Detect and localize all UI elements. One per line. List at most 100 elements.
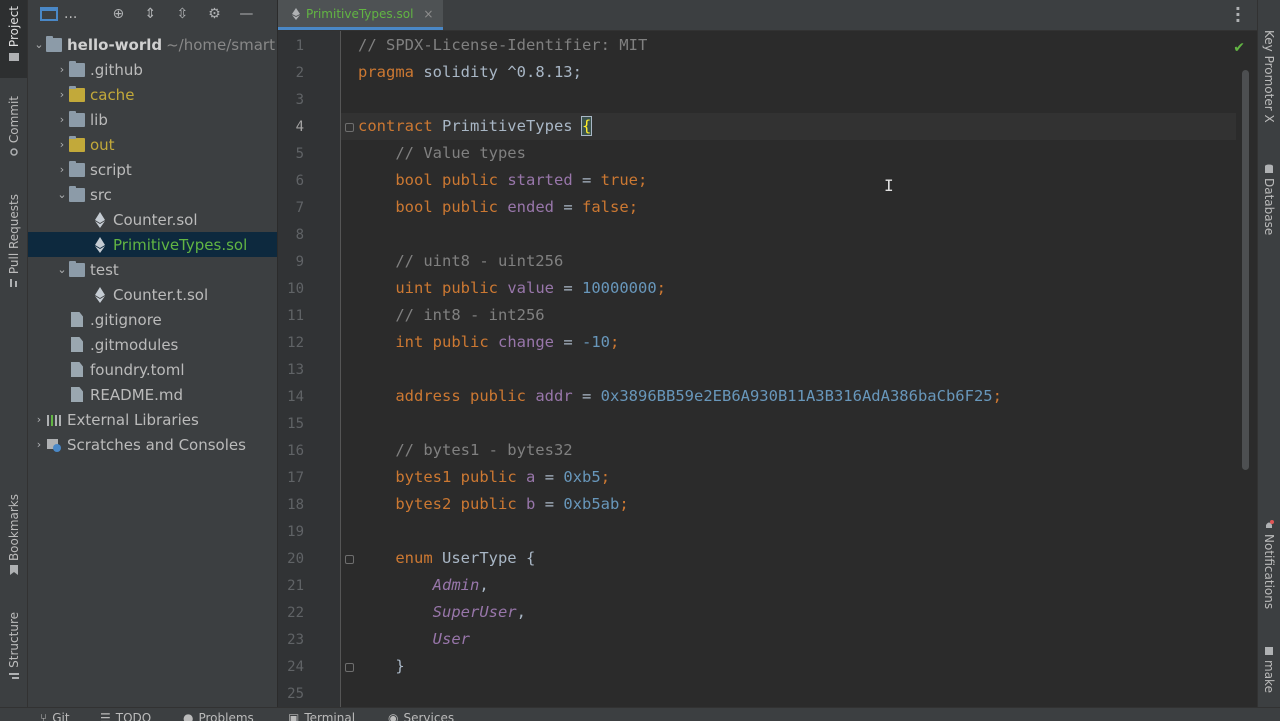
code-token: = <box>554 333 583 351</box>
project-toolbar: ... ⊕ ⇕ ⇳ ⚙ — <box>28 0 277 28</box>
code-token: a <box>526 468 536 486</box>
hide-panel-icon[interactable]: — <box>237 5 255 23</box>
code-line[interactable]: // uint8 - uint256 <box>358 248 563 275</box>
code-token: = <box>535 495 564 513</box>
tool-tab-structure-label: Structure <box>6 612 21 668</box>
editor-tab-primitivetypes[interactable]: PrimitiveTypes.sol × <box>278 0 444 30</box>
tool-tab-bookmarks[interactable]: Bookmarks <box>0 494 27 590</box>
line-number: 11 <box>287 308 304 324</box>
code-line[interactable]: bool public started = true; <box>358 167 647 194</box>
chevron-right-icon[interactable]: › <box>55 113 69 126</box>
tree-item[interactable]: › lib <box>28 107 277 132</box>
code-line[interactable]: } <box>358 653 404 680</box>
folder-icon <box>69 60 85 77</box>
tree-item[interactable]: › script <box>28 157 277 182</box>
tool-tab-project[interactable]: Project <box>0 0 27 78</box>
code-token: addr <box>535 387 573 405</box>
code-line[interactable]: User <box>358 626 470 653</box>
tool-tab-make[interactable]: make <box>1258 642 1280 702</box>
tree-item-label: out <box>90 135 115 154</box>
tree-item[interactable]: › out <box>28 132 277 157</box>
gear-icon[interactable]: ⚙ <box>205 5 223 23</box>
line-number: 16 <box>287 443 304 459</box>
tree-item[interactable]: Counter.sol <box>28 207 277 232</box>
tree-item[interactable]: ⌄ hello-world ~/home/smart <box>28 32 277 57</box>
chevron-right-icon[interactable]: › <box>55 88 69 101</box>
code-line[interactable]: // int8 - int256 <box>358 302 545 329</box>
code-line[interactable]: bytes1 public a = 0xb5; <box>358 464 610 491</box>
code-token: change <box>498 333 555 351</box>
code-token: // int8 - int256 <box>395 306 545 324</box>
fold-marker-contract[interactable] <box>345 123 354 132</box>
code-line[interactable]: // bytes1 - bytes32 <box>358 437 572 464</box>
make-icon <box>1265 647 1273 655</box>
editor-scrollbar[interactable] <box>1242 70 1249 470</box>
code-line[interactable]: int public change = -10; <box>358 329 619 356</box>
code-line[interactable]: pragma solidity ^0.8.13; <box>358 59 582 86</box>
tool-tab-database[interactable]: Database <box>1258 160 1280 244</box>
more-options-icon[interactable]: · · · <box>1235 1 1241 29</box>
folder-icon <box>69 85 85 102</box>
chevron-down-icon[interactable]: ⌄ <box>32 38 46 51</box>
tool-tab-commit[interactable]: Commit <box>0 96 27 172</box>
tool-tab-pull-requests[interactable]: Pull Requests <box>0 194 27 304</box>
code-token: 0x3896BB59e2EB6A930B11A3B316AdA386baCb6F… <box>600 387 993 405</box>
code-line[interactable]: bool public ended = false; <box>358 194 638 221</box>
code-line[interactable]: enum UserType { <box>358 545 535 572</box>
code-line[interactable]: contract PrimitiveTypes { <box>358 113 593 140</box>
close-icon[interactable]: × <box>423 7 433 21</box>
tree-item[interactable]: .gitignore <box>28 307 277 332</box>
tool-tab-key-promoter-x[interactable]: Key Promoter X <box>1258 30 1280 134</box>
inspection-ok-icon[interactable]: ✔ <box>1233 40 1245 56</box>
ethereum-file-icon <box>95 286 105 303</box>
fold-marker-enum-start[interactable] <box>345 555 354 564</box>
locate-icon[interactable]: ⊕ <box>109 5 127 23</box>
tree-item[interactable]: README.md <box>28 382 277 407</box>
tree-item[interactable]: foundry.toml <box>28 357 277 382</box>
tree-item[interactable]: Counter.t.sol <box>28 282 277 307</box>
chevron-down-icon[interactable]: ⌄ <box>55 263 69 276</box>
code-line[interactable]: uint public value = 10000000; <box>358 275 666 302</box>
expand-all-icon[interactable]: ⇕ <box>141 5 159 23</box>
code-line[interactable]: bytes2 public b = 0xb5ab; <box>358 491 628 518</box>
line-number: 23 <box>287 632 304 648</box>
code-token: ; <box>992 387 1002 405</box>
pull-request-icon <box>9 279 17 288</box>
code-area[interactable]: // SPDX-License-Identifier: MIT pragma so… <box>358 31 1238 707</box>
code-token: b <box>526 495 536 513</box>
code-token: value <box>507 279 555 297</box>
tree-item[interactable]: › External Libraries <box>28 407 277 432</box>
database-icon <box>1265 164 1273 173</box>
code-token: public <box>442 279 498 297</box>
code-line[interactable]: address public addr = 0x3896BB59e2EB6A93… <box>358 383 1002 410</box>
tree-item[interactable]: › cache <box>28 82 277 107</box>
code-line[interactable]: Admin, <box>358 572 489 599</box>
matched-brace: { <box>580 116 593 136</box>
tool-tab-structure[interactable]: Structure <box>0 612 27 698</box>
tree-item-path: ~/home/smart <box>166 35 275 54</box>
chevron-right-icon[interactable]: › <box>55 163 69 176</box>
tree-item[interactable]: ⌄ src <box>28 182 277 207</box>
code-line[interactable]: // SPDX-License-Identifier: MIT <box>358 32 647 59</box>
code-line[interactable]: SuperUser, <box>358 599 526 626</box>
tool-tab-notifications[interactable]: Notifications <box>1258 516 1280 620</box>
tree-item[interactable]: PrimitiveTypes.sol <box>28 232 277 257</box>
tree-item-label: .gitmodules <box>90 335 179 354</box>
tree-item[interactable]: › .github <box>28 57 277 82</box>
project-view-selector[interactable]: ... <box>40 6 77 22</box>
tree-item[interactable]: ⌄ test <box>28 257 277 282</box>
line-number: 4 <box>295 119 304 135</box>
chevron-down-icon[interactable]: ⌄ <box>55 188 69 201</box>
chevron-right-icon[interactable]: › <box>55 138 69 151</box>
tree-item[interactable]: › Scratches and Consoles <box>28 432 277 457</box>
code-token: = <box>535 468 564 486</box>
chevron-right-icon[interactable]: › <box>32 438 46 451</box>
chevron-right-icon[interactable]: › <box>32 413 46 426</box>
tree-item[interactable]: .gitmodules <box>28 332 277 357</box>
chevron-right-icon[interactable]: › <box>55 63 69 76</box>
collapse-all-icon[interactable]: ⇳ <box>173 5 191 23</box>
code-line[interactable]: // Value types <box>358 140 526 167</box>
fold-marker-enum-end[interactable] <box>345 663 354 672</box>
